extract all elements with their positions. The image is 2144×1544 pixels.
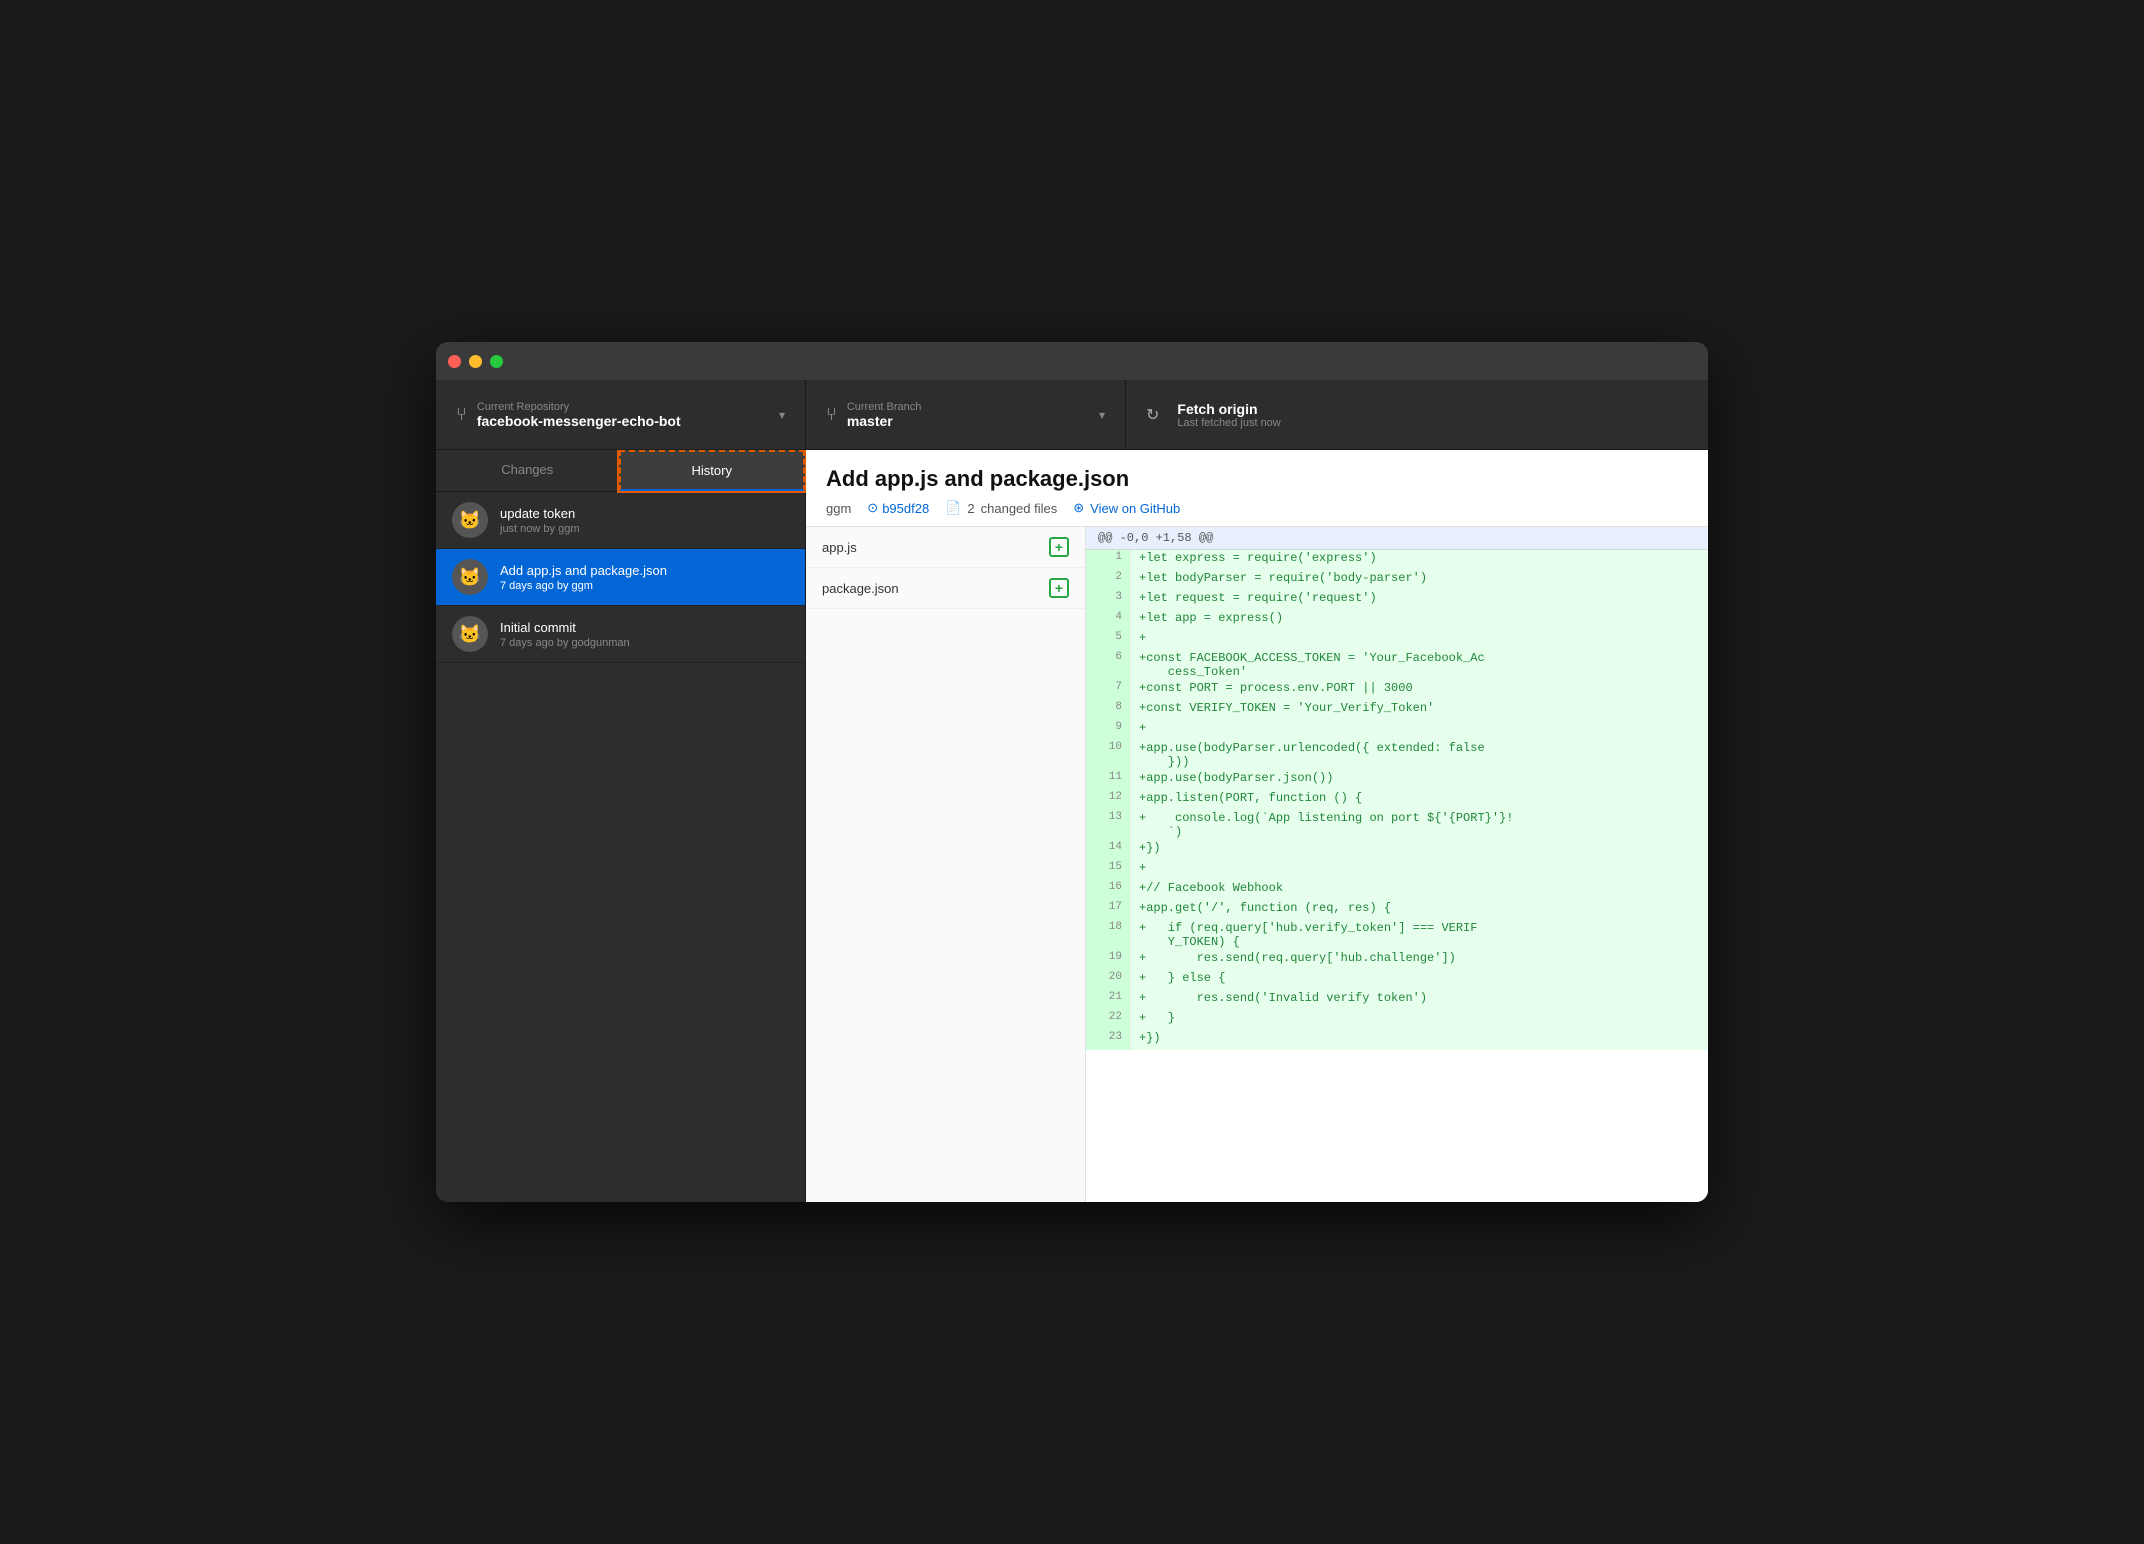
commit-header-meta: ggm ⊙ b95df28 📄 2 changed files ⊛ View o…	[826, 500, 1688, 516]
diff-line: 20 + } else {	[1086, 970, 1708, 990]
view-on-github-link[interactable]: ⊛ View on GitHub	[1073, 500, 1180, 516]
diff-line: 23 +})	[1086, 1030, 1708, 1050]
fetch-origin-section[interactable]: ↻ Fetch origin Last fetched just now	[1126, 380, 1708, 449]
repo-text: Current Repository facebook-messenger-ec…	[477, 401, 681, 429]
branch-chevron-icon: ▾	[1099, 408, 1105, 422]
close-button[interactable]	[448, 355, 461, 368]
diff-line: 16 +// Facebook Webhook	[1086, 880, 1708, 900]
diff-line: 19 + res.send(req.query['hub.challenge']…	[1086, 950, 1708, 970]
diff-line: 3 +let request = require('request')	[1086, 590, 1708, 610]
main-content: Changes History 🐱 update token just now …	[436, 450, 1708, 1202]
tab-history[interactable]: History	[619, 450, 806, 491]
fetch-text: Fetch origin Last fetched just now	[1177, 401, 1280, 429]
diff-line: 21 + res.send('Invalid verify token')	[1086, 990, 1708, 1010]
diff-line: 22 + }	[1086, 1010, 1708, 1030]
file-item[interactable]: package.json +	[806, 568, 1085, 609]
diff-line: 1 +let express = require('express')	[1086, 550, 1708, 570]
commit-hash-icon: ⊙	[867, 500, 878, 516]
commit-hash[interactable]: ⊙ b95df28	[867, 500, 929, 516]
github-icon: ⊛	[1073, 500, 1084, 516]
commit-hash-value: b95df28	[882, 501, 929, 516]
diff-line: 10 +app.use(bodyParser.urlencoded({ exte…	[1086, 740, 1708, 770]
file-item[interactable]: app.js +	[806, 527, 1085, 568]
commit-title: Initial commit	[500, 620, 630, 635]
branch-icon: ⑂	[826, 404, 837, 425]
file-name: app.js	[822, 540, 857, 555]
commit-header: Add app.js and package.json ggm ⊙ b95df2…	[806, 450, 1708, 527]
diff-header-line: @@ -0,0 +1,58 @@	[1086, 527, 1708, 550]
branch-label: Current Branch	[847, 401, 922, 413]
file-added-icon: +	[1049, 537, 1069, 557]
fetch-label: Fetch origin	[1177, 401, 1280, 417]
diff-line: 5 +	[1086, 630, 1708, 650]
commit-meta: 7 days ago by ggm	[500, 580, 667, 592]
diff-line: 14 +})	[1086, 840, 1708, 860]
diff-line: 17 +app.get('/', function (req, res) {	[1086, 900, 1708, 920]
branch-text: Current Branch master	[847, 401, 922, 429]
diff-line: 6 +const FACEBOOK_ACCESS_TOKEN = 'Your_F…	[1086, 650, 1708, 680]
diff-line: 4 +let app = express()	[1086, 610, 1708, 630]
current-repo-section[interactable]: ⑂ Current Repository facebook-messenger-…	[436, 380, 806, 449]
fetch-sub: Last fetched just now	[1177, 417, 1280, 429]
repo-icon: ⑂	[456, 404, 467, 425]
commit-info: Add app.js and package.json 7 days ago b…	[500, 563, 667, 592]
commit-meta: just now by ggm	[500, 523, 579, 535]
file-name: package.json	[822, 581, 899, 596]
diff-line: 8 +const VERIFY_TOKEN = 'Your_Verify_Tok…	[1086, 700, 1708, 720]
branch-name: master	[847, 413, 922, 429]
repo-name: facebook-messenger-echo-bot	[477, 413, 681, 429]
titlebar	[436, 342, 1708, 380]
diff-line: 9 +	[1086, 720, 1708, 740]
sidebar: Changes History 🐱 update token just now …	[436, 450, 806, 1202]
avatar: 🐱	[452, 559, 488, 595]
commit-title: Add app.js and package.json	[500, 563, 667, 578]
diff-area: app.js + package.json + @@ -0,0 +1,58 @@…	[806, 527, 1708, 1202]
commit-list: 🐱 update token just now by ggm 🐱 Add app…	[436, 492, 805, 1202]
changed-files-badge: 📄 2 changed files	[945, 500, 1057, 516]
commit-title: update token	[500, 506, 579, 521]
toolbar: ⑂ Current Repository facebook-messenger-…	[436, 380, 1708, 450]
view-on-github-label: View on GitHub	[1090, 501, 1180, 516]
changed-files-count: 2	[967, 501, 974, 516]
minimize-button[interactable]	[469, 355, 482, 368]
tab-changes[interactable]: Changes	[436, 450, 619, 491]
changed-files-label: changed files	[981, 501, 1058, 516]
diff-viewer[interactable]: @@ -0,0 +1,58 @@ 1 +let express = requir…	[1086, 527, 1708, 1202]
commit-author: ggm	[826, 501, 851, 516]
commit-info: Initial commit 7 days ago by godgunman	[500, 620, 630, 649]
commit-item[interactable]: 🐱 Initial commit 7 days ago by godgunman	[436, 606, 805, 663]
diff-line: 13 + console.log(`App listening on port …	[1086, 810, 1708, 840]
diff-line: 15 +	[1086, 860, 1708, 880]
sidebar-tabs: Changes History	[436, 450, 805, 492]
commit-info: update token just now by ggm	[500, 506, 579, 535]
diff-line: 2 +let bodyParser = require('body-parser…	[1086, 570, 1708, 590]
file-added-icon: +	[1049, 578, 1069, 598]
commit-meta: 7 days ago by godgunman	[500, 637, 630, 649]
file-list: app.js + package.json +	[806, 527, 1086, 1202]
avatar: 🐱	[452, 616, 488, 652]
commit-item[interactable]: 🐱 Add app.js and package.json 7 days ago…	[436, 549, 805, 606]
repo-chevron-icon: ▾	[779, 408, 785, 422]
avatar: 🐱	[452, 502, 488, 538]
diff-line: 18 + if (req.query['hub.verify_token'] =…	[1086, 920, 1708, 950]
app-window: ⑂ Current Repository facebook-messenger-…	[436, 342, 1708, 1202]
maximize-button[interactable]	[490, 355, 503, 368]
diff-line: 12 +app.listen(PORT, function () {	[1086, 790, 1708, 810]
diff-line: 11 +app.use(bodyParser.json())	[1086, 770, 1708, 790]
current-branch-section[interactable]: ⑂ Current Branch master ▾	[806, 380, 1126, 449]
right-panel: Add app.js and package.json ggm ⊙ b95df2…	[806, 450, 1708, 1202]
commit-title-large: Add app.js and package.json	[826, 466, 1688, 492]
file-icon: 📄	[945, 500, 961, 516]
diff-line: 7 +const PORT = process.env.PORT || 3000	[1086, 680, 1708, 700]
refresh-icon: ↻	[1146, 405, 1159, 425]
repo-label: Current Repository	[477, 401, 681, 413]
commit-item[interactable]: 🐱 update token just now by ggm	[436, 492, 805, 549]
traffic-lights	[448, 355, 503, 368]
